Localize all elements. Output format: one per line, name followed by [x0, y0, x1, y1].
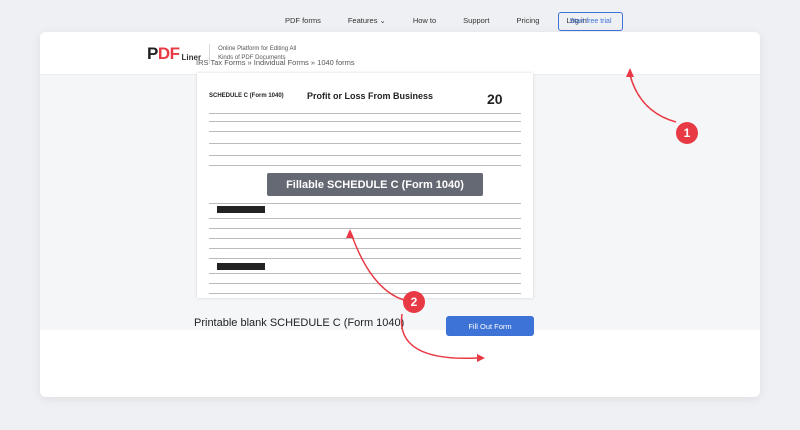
annotation-badge-2: 2 [403, 291, 425, 313]
arrow-2a-head [346, 229, 354, 238]
annotation-arrows [346, 68, 677, 362]
arrow-2b-head [477, 354, 485, 362]
arrow-2a-path [351, 235, 405, 301]
arrow-2b-path [400, 313, 479, 360]
arrow-1-head [626, 68, 634, 77]
arrow-1-path [629, 74, 677, 123]
annotation-badge-1: 1 [676, 122, 698, 144]
